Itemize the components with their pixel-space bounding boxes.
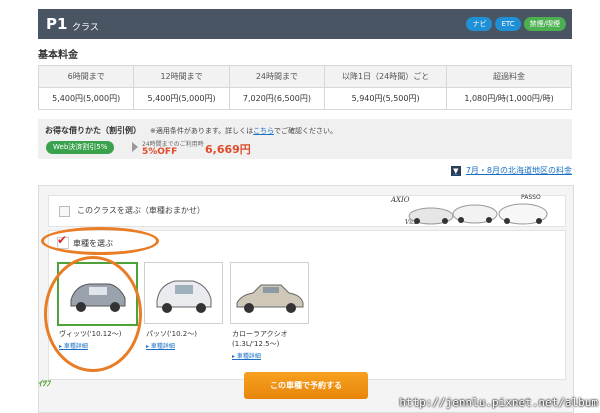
note-prefix: ※適用条件があります。詳しくは [150, 127, 254, 135]
header-cell: 超過料金 [446, 65, 572, 88]
car-name: パッソ('10.2〜) [146, 330, 197, 338]
discount-off: 5%OFF [142, 147, 178, 157]
hokkaido-link[interactable]: ▼ 7月・8月の北海道地区の料金 [450, 165, 572, 176]
car-detail-link[interactable]: 車種詳細 [232, 351, 261, 360]
discount-heading: お得な借りかた（割引例） [45, 126, 141, 135]
car-name-spec: (1.3L/'12.5〜) [232, 340, 280, 348]
watermark: http://jennlu.pixnet.net/album [399, 396, 598, 409]
price-table: 6時間まで 12時間まで 24時間まで 以降1日（24時間）ごと 超過料金 5,… [37, 65, 572, 110]
option-choose-model: ✔ 車種を選ぶ ヴィッツ('10.12〜) 車種詳細 パッソ('10.2〜) 車… [41, 227, 566, 380]
price-cell: 5,940円(5,500円) [324, 87, 448, 110]
discount-note: ※適用条件があります。詳しくはこちらでご確認ください。 [150, 126, 337, 136]
class-header: P1 クラス ナビ ETC 禁煙/喫煙 [38, 9, 572, 39]
header-cell: 24時間まで [228, 65, 326, 88]
feature-tags: ナビ ETC 禁煙/喫煙 [466, 17, 566, 31]
discount-price: 6,669円 [205, 143, 251, 156]
car-card-corolla-axio[interactable] [230, 262, 309, 324]
arrow-right-icon [132, 142, 138, 152]
hokkaido-link-label: 7月・8月の北海道地区の料金 [465, 166, 572, 175]
header-cell: 12時間まで [133, 65, 230, 88]
discount-box: お得な借りかた（割引例） ※適用条件があります。詳しくはこちらでご確認ください。… [38, 119, 572, 159]
base-fee-title: 基本料金 [38, 50, 78, 61]
car-card-passo[interactable] [144, 262, 223, 324]
car-image [236, 284, 304, 313]
price-cell: 1,080円/時(1,000円/時) [446, 87, 572, 110]
car-name: カローラアクシオ [232, 330, 288, 338]
details-link[interactable]: こちら [253, 127, 274, 135]
price-cell: 7,020円(6,500円) [228, 87, 326, 110]
header-cell: 以降1日（24時間）ごと [324, 65, 448, 88]
header-cell: 6時間まで [37, 65, 135, 88]
reserve-button[interactable]: この車種で予約する [244, 372, 368, 399]
price-table-row: 5,400円(5,000円) 5,400円(5,000円) 7,020円(6,5… [37, 87, 572, 110]
chevron-down-icon: ▼ [450, 165, 461, 176]
brand-logo: ｲﾂﾌ [38, 379, 50, 388]
price-cell: 5,400円(5,000円) [37, 87, 135, 110]
highlight-oval [41, 227, 159, 255]
car-lineup-image: AXIO PASSO Vitz [390, 194, 548, 226]
class-checkbox[interactable] [59, 206, 70, 217]
class-subtitle: クラス [72, 23, 99, 33]
smoking-tag: 禁煙/喫煙 [523, 17, 566, 31]
class-title: P1 [46, 15, 68, 33]
car-image [156, 280, 212, 313]
price-cell: 5,400円(5,000円) [133, 87, 230, 110]
passo-logo: PASSO [521, 194, 541, 201]
note-suffix: でご確認ください。 [273, 127, 337, 135]
option-class-label: このクラスを選ぶ（車種おまかせ） [77, 206, 205, 215]
web-discount-badge: Web決済割引5% [46, 141, 115, 154]
navi-tag: ナビ [466, 17, 493, 31]
axio-logo: AXIO [390, 196, 410, 204]
highlight-oval-car [44, 256, 142, 372]
price-table-header: 6時間まで 12時間まで 24時間まで 以降1日（24時間）ごと 超過料金 [37, 65, 572, 88]
car-detail-link[interactable]: 車種詳細 [146, 341, 175, 350]
option-choose-class[interactable]: このクラスを選ぶ（車種おまかせ） AXIO PASSO Vitz [48, 194, 566, 227]
etc-tag: ETC [495, 17, 521, 31]
